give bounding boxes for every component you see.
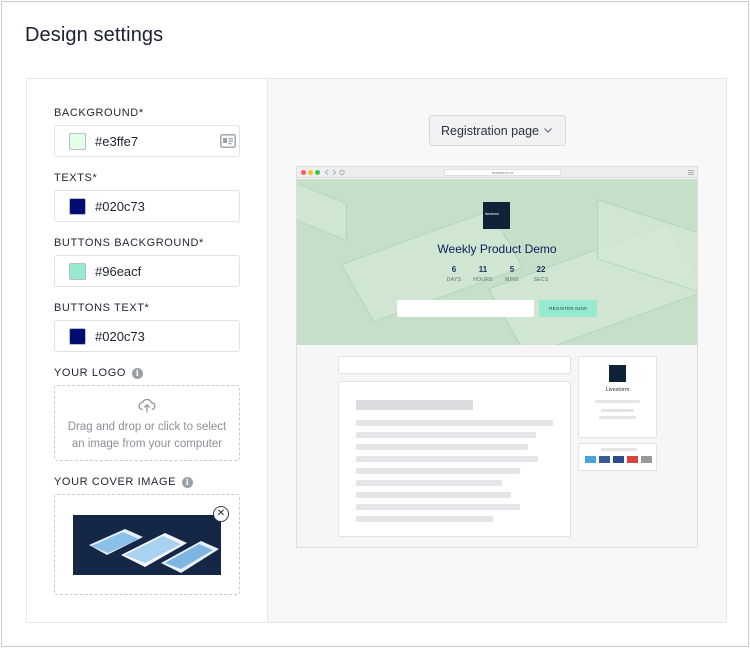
cover-image-illustration [73,515,221,575]
preview-description-card [338,381,571,537]
logo-dropzone[interactable]: Drag and drop or click to select an imag… [54,385,240,461]
preview-email-input [397,300,534,317]
chevron-down-icon [544,128,552,133]
maximize-dot [315,170,320,175]
texts-color-value[interactable]: #020c73 [95,199,145,214]
countdown-hours: 11 HOURS [473,265,493,283]
cover-dropzone[interactable]: ✕ [54,494,240,595]
organizer-name: Livestorm [605,387,630,393]
buttons-text-color-value[interactable]: #020c73 [95,329,145,344]
share-icon [613,456,624,463]
background-color-field[interactable]: #e3ffe7 [54,125,240,157]
buttons-text-swatch[interactable] [69,328,86,345]
countdown-mins: 5 MINS [505,265,519,283]
logo-label-row: YOUR LOGO i [54,367,144,379]
background-color-value[interactable]: #e3ffe7 [95,134,138,149]
placeholder-line [595,400,640,403]
buttons-background-swatch[interactable] [69,263,86,280]
page-select-label: Registration page [441,124,539,138]
background-label: BACKGROUND* [54,107,144,119]
placeholder-line [356,468,520,474]
placeholder-line [356,420,553,426]
page-select-dropdown[interactable]: Registration page [429,115,566,146]
placeholder-line [356,432,536,438]
countdown-secs: 22 SECS [533,265,549,283]
preview-event-title: Weekly Product Demo [437,242,557,256]
texts-swatch[interactable] [69,198,86,215]
placeholder-line [601,448,637,451]
browser-nav-icons [324,169,345,176]
buttons-text-color-field[interactable]: #020c73 [54,320,240,352]
preview-hero: livestorm Weekly Product Demo 6 DAYS 11 … [297,179,697,345]
preview-browser: livestorm.co livestorm Weekly Product De… [296,166,698,548]
info-icon[interactable]: i [132,368,144,379]
texts-color-field[interactable]: #020c73 [54,190,240,222]
preview-organizer-card: Livestorm [578,356,657,438]
hero-decoration [297,179,347,242]
close-dot [301,170,306,175]
page-title: Design settings [25,24,164,46]
browser-menu-icon [688,170,694,175]
info-icon[interactable]: i [182,477,194,488]
logo-label: YOUR LOGO [54,367,127,379]
buttons-background-label: BUTTONS BACKGROUND* [54,237,204,249]
share-icon [599,456,610,463]
design-settings-card: BACKGROUND* #e3ffe7 TEXTS* #020c73 BUTTO… [26,78,727,623]
preview-logo-text: livestorm [485,212,500,216]
contact-card-icon[interactable] [220,134,236,148]
preview-share-card [578,443,657,471]
settings-panel: BACKGROUND* #e3ffe7 TEXTS* #020c73 BUTTO… [27,79,268,622]
texts-label: TEXTS* [54,172,98,184]
preview-register-button: REGISTER NOW [539,300,597,317]
cover-label-row: YOUR COVER IMAGE i [54,476,194,488]
browser-chrome: livestorm.co [297,167,697,178]
buttons-background-color-field[interactable]: #96eacf [54,255,240,287]
placeholder-line [356,492,511,498]
placeholder-line [356,516,493,522]
buttons-text-label: BUTTONS TEXT* [54,302,150,314]
placeholder-line [601,409,634,412]
logo-drop-text: Drag and drop or click to select an imag… [67,421,227,450]
cover-image-thumbnail [73,515,221,575]
preview-tab-bar [338,356,571,374]
preview-logo: livestorm [483,202,510,229]
share-icon [585,456,596,463]
placeholder-heading [356,400,473,410]
placeholder-line [356,444,528,450]
window-frame: Design settings BACKGROUND* #e3ffe7 TEXT… [1,1,749,647]
minimize-dot [308,170,313,175]
share-icon [641,456,652,463]
upload-cloud-icon [138,398,156,413]
background-swatch[interactable] [69,133,86,150]
share-icon [627,456,638,463]
organizer-logo [609,365,626,382]
countdown-days: 6 DAYS [446,265,462,283]
placeholder-line [356,480,502,486]
cover-label: YOUR COVER IMAGE [54,476,177,488]
placeholder-line [356,504,520,510]
buttons-background-color-value[interactable]: #96eacf [95,264,141,279]
preview-panel: Registration page livestorm.co livestorm… [268,79,726,622]
placeholder-line [599,416,636,419]
placeholder-line [356,456,538,462]
browser-url-bar: livestorm.co [444,169,561,176]
close-circle-icon[interactable]: ✕ [213,506,229,522]
